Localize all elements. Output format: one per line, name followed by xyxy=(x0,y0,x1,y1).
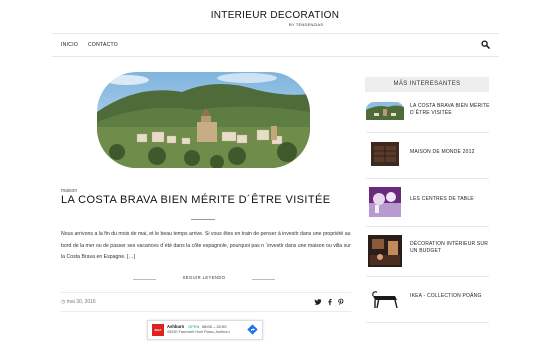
ad-hours: 08:00 – 22:00 xyxy=(202,324,227,329)
meta-divider-bottom xyxy=(61,311,351,312)
nav-item-inicio[interactable]: INICIO xyxy=(61,42,78,48)
sidebar-item-maison-de-monde[interactable]: MAISON DE MONDE 2012 xyxy=(366,142,489,170)
read-more-link[interactable]: SEGUIR LEYENDO xyxy=(133,275,275,283)
ad-logo: IKEA xyxy=(152,324,164,336)
site-header: INTERIEUR DECORATION BY TENDENZIAS xyxy=(0,0,550,34)
search-icon[interactable] xyxy=(481,40,490,49)
post-excerpt: Nous arrivons a la fin du mois de mai, e… xyxy=(61,231,351,260)
sidebar-divider xyxy=(366,226,489,227)
post-featured-image[interactable] xyxy=(97,72,310,168)
sidebar-thumb-decoration-budget xyxy=(368,235,402,267)
twitter-icon[interactable] xyxy=(314,298,322,306)
post-date-text: mai 30, 2016 xyxy=(66,299,96,305)
site-title[interactable]: INTERIEUR DECORATION xyxy=(0,10,550,21)
nav-item-contacto[interactable]: CONTACTO xyxy=(88,42,118,48)
site-subtitle: BY TENDENZIAS xyxy=(289,22,324,27)
sidebar-thumb-centres-de-table xyxy=(369,187,401,217)
sidebar-thumb-costa-brava xyxy=(366,102,404,120)
nav-divider-bottom xyxy=(52,56,499,57)
sidebar-item-costa-brava[interactable]: LA COSTA BRAVA BIEN MÉRITE D´ÊTRE VISITÉ… xyxy=(366,102,489,122)
pinterest-icon[interactable] xyxy=(337,298,345,306)
sidebar-item-label: MAISON DE MONDE 2012 xyxy=(410,149,475,155)
sidebar-item-label: IKEA - COLLECTION POÄNG xyxy=(410,293,482,299)
title-divider xyxy=(191,219,215,220)
nav-divider-top xyxy=(52,33,499,34)
sidebar-item-label: LA COSTA BRAVA BIEN MÉRITE D´ÊTRE VISITÉ… xyxy=(410,103,490,117)
ad-address: 43930 Farmwell Hunt Plaza, Ashburn xyxy=(167,330,230,334)
sidebar-thumb-ikea-poang xyxy=(369,286,401,310)
directions-icon[interactable] xyxy=(247,324,258,335)
ad-open-status: OPEN xyxy=(188,324,200,329)
sidebar-item-label: DÉCORATION INTÉRIEUR SUR UN BUDGET xyxy=(410,241,489,255)
post-date: ◷ mai 30, 2016 xyxy=(61,299,96,305)
sidebar-item-ikea-poang[interactable]: IKEA - COLLECTION POÄNG xyxy=(366,286,489,312)
sidebar-divider xyxy=(366,132,489,133)
meta-divider-top xyxy=(61,292,351,293)
facebook-icon[interactable] xyxy=(326,298,334,306)
sidebar-item-label: LES CENTRES DE TABLE xyxy=(410,196,474,202)
sidebar-divider xyxy=(366,178,489,179)
sidebar-divider xyxy=(366,276,489,277)
post-title[interactable]: LA COSTA BRAVA BIEN MÉRITE D´ÊTRE VISITÉ… xyxy=(61,194,330,206)
clock-icon: ◷ xyxy=(61,299,66,305)
sidebar-item-centres-de-table[interactable]: LES CENTRES DE TABLE xyxy=(366,187,489,217)
sidebar-thumb-maison-de-monde xyxy=(371,142,399,166)
sidebar-item-decoration-budget[interactable]: DÉCORATION INTÉRIEUR SUR UN BUDGET xyxy=(366,235,489,267)
ad-store-name: Ashburn xyxy=(167,324,185,329)
sidebar-heading: MÁS INTERESANTES xyxy=(365,77,489,92)
ad-banner[interactable]: IKEA Ashburn OPEN 08:00 – 22:00 43930 Fa… xyxy=(147,320,263,340)
sidebar-divider xyxy=(366,322,489,323)
